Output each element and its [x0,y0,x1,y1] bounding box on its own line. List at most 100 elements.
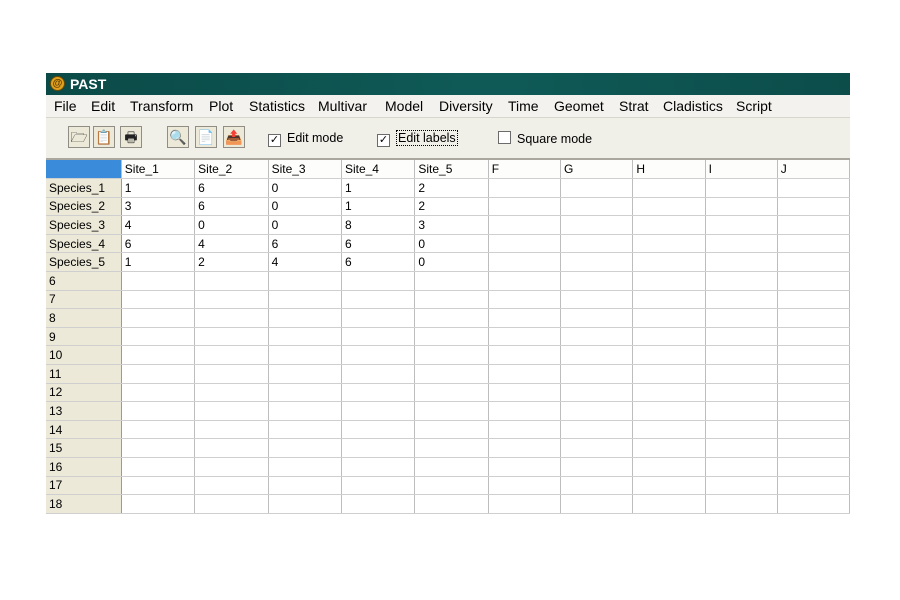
row-header[interactable]: Species_5 [46,252,122,273]
table-cell[interactable] [777,197,850,217]
table-cell[interactable] [194,476,269,496]
table-cell[interactable]: 0 [414,234,489,254]
table-cell[interactable] [560,290,634,310]
row-header[interactable]: 16 [46,457,122,477]
table-cell[interactable] [488,252,561,273]
table-cell[interactable] [414,476,489,496]
table-cell[interactable] [632,457,706,477]
table-cell[interactable] [560,420,634,440]
row-header[interactable]: 7 [46,290,122,310]
table-cell[interactable] [705,215,778,235]
table-cell[interactable] [194,327,269,347]
table-cell[interactable] [705,476,778,496]
table-cell[interactable] [268,476,342,496]
table-cell[interactable] [632,271,706,291]
table-cell[interactable] [632,401,706,421]
table-cell[interactable] [488,197,561,217]
table-cell[interactable] [777,494,850,514]
table-cell[interactable] [194,290,269,310]
table-cell[interactable] [194,494,269,514]
table-cell[interactable] [414,420,489,440]
table-cell[interactable] [121,345,196,366]
table-cell[interactable] [777,271,850,291]
table-cell[interactable] [777,308,850,328]
table-cell[interactable] [632,252,706,273]
table-cell[interactable] [488,457,561,477]
table-cell[interactable] [194,383,269,403]
table-cell[interactable] [632,178,706,198]
table-cell[interactable]: 6 [121,234,196,254]
table-cell[interactable] [705,290,778,310]
table-cell[interactable] [268,383,342,403]
table-cell[interactable] [121,327,196,347]
table-cell[interactable]: 0 [194,215,269,235]
table-cell[interactable] [194,364,269,384]
table-cell[interactable] [194,438,269,458]
row-header[interactable]: 10 [46,345,122,366]
table-cell[interactable] [268,327,342,347]
table-cell[interactable] [705,327,778,347]
row-header[interactable]: 12 [46,383,122,403]
menu-transform[interactable]: Transform [130,98,193,114]
table-cell[interactable] [414,327,489,347]
row-header[interactable]: Species_4 [46,234,122,254]
table-cell[interactable] [121,401,196,421]
table-cell[interactable] [121,308,196,328]
table-cell[interactable] [488,271,561,291]
table-cell[interactable] [560,327,634,347]
corner-cell[interactable] [46,160,122,180]
table-cell[interactable] [121,494,196,514]
table-cell[interactable] [632,476,706,496]
table-cell[interactable] [705,271,778,291]
column-header[interactable]: Site_1 [121,160,196,180]
table-cell[interactable] [414,271,489,291]
table-cell[interactable] [341,476,416,496]
table-cell[interactable]: 6 [341,234,416,254]
menu-plot[interactable]: Plot [209,98,233,114]
square-mode-check[interactable] [498,131,511,144]
table-cell[interactable] [194,308,269,328]
table-cell[interactable] [121,438,196,458]
table-cell[interactable]: 2 [194,252,269,273]
table-cell[interactable] [777,178,850,198]
table-cell[interactable] [632,438,706,458]
table-cell[interactable] [414,457,489,477]
column-header[interactable]: Site_2 [194,160,269,180]
table-cell[interactable] [632,290,706,310]
square-mode-checkbox[interactable]: Square mode [498,131,592,147]
table-cell[interactable] [341,438,416,458]
table-cell[interactable]: 4 [268,252,342,273]
row-header[interactable]: 14 [46,420,122,440]
table-cell[interactable] [341,364,416,384]
table-cell[interactable] [632,345,706,366]
table-cell[interactable] [777,457,850,477]
table-cell[interactable] [341,401,416,421]
row-header[interactable]: 15 [46,438,122,458]
table-cell[interactable] [268,290,342,310]
table-cell[interactable] [121,271,196,291]
table-cell[interactable] [705,252,778,273]
table-cell[interactable] [777,234,850,254]
table-cell[interactable] [488,178,561,198]
table-cell[interactable] [632,364,706,384]
table-cell[interactable] [414,494,489,514]
table-cell[interactable] [560,401,634,421]
table-cell[interactable]: 1 [121,252,196,273]
table-cell[interactable] [488,364,561,384]
table-cell[interactable] [632,234,706,254]
row-header[interactable]: 6 [46,271,122,291]
table-cell[interactable] [194,457,269,477]
table-cell[interactable] [777,438,850,458]
row-header[interactable]: 11 [46,364,122,384]
table-cell[interactable]: 6 [268,234,342,254]
table-cell[interactable] [488,476,561,496]
table-cell[interactable] [341,345,416,366]
find-button[interactable]: 🔍 [167,126,189,148]
column-header[interactable]: F [488,160,561,180]
table-cell[interactable]: 6 [194,197,269,217]
table-cell[interactable] [121,383,196,403]
menu-statistics[interactable]: Statistics [249,98,305,114]
table-cell[interactable]: 0 [414,252,489,273]
table-cell[interactable] [341,420,416,440]
menu-script[interactable]: Script [736,98,772,114]
